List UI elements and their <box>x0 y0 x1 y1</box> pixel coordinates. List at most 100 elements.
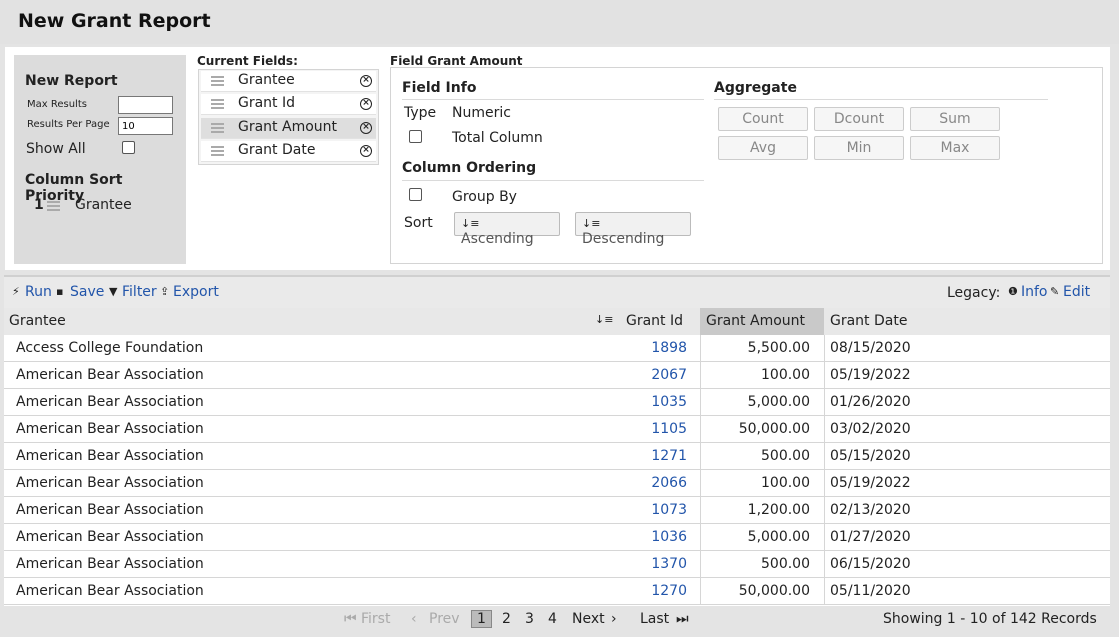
cell-grant-date: 05/11/2020 <box>830 583 911 599</box>
results-per-page-label: Results Per Page <box>27 119 110 130</box>
filter-link[interactable]: Filter <box>122 284 157 300</box>
sort-label: Sort <box>404 215 433 231</box>
column-header-grant-amount[interactable]: Grant Amount <box>700 308 824 335</box>
divider <box>714 99 1048 100</box>
column-divider <box>700 524 701 551</box>
field-item-grant-id[interactable]: Grant Id × <box>201 94 376 115</box>
edit-link[interactable]: Edit <box>1063 284 1090 300</box>
aggregate-avg-button[interactable]: Avg <box>718 136 808 160</box>
cell-grant-id[interactable]: 1073 <box>627 502 687 518</box>
column-divider <box>700 497 701 524</box>
field-item-grant-date[interactable]: Grant Date × <box>201 141 376 162</box>
aggregate-count-button[interactable]: Count <box>718 107 808 131</box>
page-1-button[interactable]: 1 <box>471 610 492 628</box>
column-divider <box>824 470 825 497</box>
cell-grant-id[interactable]: 1036 <box>627 529 687 545</box>
first-page-button[interactable]: First <box>361 611 390 627</box>
prev-page-button[interactable]: Prev <box>429 611 460 627</box>
legacy-label: Legacy: <box>947 285 1001 301</box>
cell-grant-date: 01/27/2020 <box>830 529 911 545</box>
cell-grant-date: 05/19/2022 <box>830 367 911 383</box>
column-divider <box>700 335 701 362</box>
column-divider <box>824 524 825 551</box>
cell-grant-id[interactable]: 1270 <box>627 583 687 599</box>
show-all-label: Show All <box>26 141 86 157</box>
page-3-button[interactable]: 3 <box>525 611 534 627</box>
field-item-grant-amount[interactable]: Grant Amount × <box>201 118 376 139</box>
cell-grant-amount: 100.00 <box>761 475 810 491</box>
cell-grant-date: 03/02/2020 <box>830 421 911 437</box>
field-settings-box: Field Info Type Numeric Total Column Col… <box>390 67 1103 264</box>
cell-grant-id[interactable]: 1105 <box>627 421 687 437</box>
aggregate-min-button[interactable]: Min <box>814 136 904 160</box>
sort-ascending-icon: ↓≡ <box>595 313 614 326</box>
save-link[interactable]: Save <box>70 284 104 300</box>
column-divider <box>700 362 701 389</box>
divider <box>402 180 704 181</box>
run-link[interactable]: Run <box>25 284 52 300</box>
table-row: American Bear Association 2067 100.00 05/19… <box>4 362 1110 389</box>
column-divider <box>824 389 825 416</box>
column-divider <box>824 362 825 389</box>
column-divider <box>700 551 701 578</box>
drag-handle-icon[interactable] <box>211 99 224 111</box>
cell-grant-amount: 5,500.00 <box>747 340 810 356</box>
table-row: American Bear Association 1370 500.00 06/15… <box>4 551 1110 578</box>
page-2-button[interactable]: 2 <box>502 611 511 627</box>
drag-handle-icon[interactable] <box>211 123 224 135</box>
cell-grant-id[interactable]: 2066 <box>627 475 687 491</box>
remove-icon[interactable]: × <box>360 145 372 157</box>
info-link[interactable]: Info <box>1021 284 1048 300</box>
remove-icon[interactable]: × <box>360 98 372 110</box>
aggregate-dcount-button[interactable]: Dcount <box>814 107 904 131</box>
cell-grantee: American Bear Association <box>16 583 204 599</box>
total-column-checkbox[interactable] <box>409 130 422 143</box>
export-link[interactable]: Export <box>173 284 219 300</box>
drag-handle-icon[interactable] <box>211 146 224 158</box>
current-fields-list: Grantee × Grant Id × Grant Amount × Gran… <box>198 69 379 165</box>
aggregate-max-button[interactable]: Max <box>910 136 1000 160</box>
table-row: American Bear Association 1105 50,000.00 03… <box>4 416 1110 443</box>
field-item-label: Grant Date <box>238 142 316 158</box>
cell-grant-id[interactable]: 1898 <box>627 340 687 356</box>
cell-grant-date: 05/15/2020 <box>830 448 911 464</box>
prev-page-icon: ‹ <box>411 611 417 627</box>
info-icon: ❶ <box>1008 285 1018 298</box>
cell-grant-id[interactable]: 1271 <box>627 448 687 464</box>
cell-grantee: American Bear Association <box>16 394 204 410</box>
cell-grant-id[interactable]: 1035 <box>627 394 687 410</box>
drag-handle-icon[interactable] <box>47 201 60 213</box>
sort-ascending-label: Ascending <box>461 231 534 247</box>
column-header-grantee[interactable]: Grantee ↓≡ <box>9 308 619 335</box>
aggregate-sum-button[interactable]: Sum <box>910 107 1000 131</box>
sort-ascending-button[interactable]: ↓≡ Ascending <box>454 212 560 247</box>
results-per-page-input[interactable] <box>118 117 173 135</box>
cell-grant-date: 01/26/2020 <box>830 394 911 410</box>
cell-grant-id[interactable]: 1370 <box>627 556 687 572</box>
column-header-grant-id[interactable]: Grant Id <box>626 308 701 335</box>
page-4-button[interactable]: 4 <box>548 611 557 627</box>
last-page-button[interactable]: Last <box>640 611 669 627</box>
column-header-grant-date[interactable]: Grant Date <box>830 308 950 335</box>
max-results-input[interactable] <box>118 96 173 114</box>
show-all-checkbox[interactable] <box>122 141 135 154</box>
field-item-grantee[interactable]: Grantee × <box>201 71 376 92</box>
next-page-button[interactable]: Next <box>572 611 605 627</box>
lightning-icon: ⚡ <box>12 285 20 298</box>
column-divider <box>824 578 825 605</box>
table-row: American Bear Association 1035 5,000.00 01/… <box>4 389 1110 416</box>
table-header: Grantee ↓≡ Grant Id Grant Amount Grant D… <box>4 308 1110 335</box>
remove-icon[interactable]: × <box>360 122 372 134</box>
drag-handle-icon[interactable] <box>211 76 224 88</box>
cell-grantee: American Bear Association <box>16 502 204 518</box>
max-results-label: Max Results <box>27 99 87 110</box>
field-panel-heading: Field Grant Amount <box>390 54 523 68</box>
column-divider <box>824 497 825 524</box>
cell-grant-id[interactable]: 2067 <box>627 367 687 383</box>
last-page-icon: ⏭ <box>676 611 689 627</box>
first-page-icon: ⏮ <box>344 611 357 627</box>
sort-descending-button[interactable]: ↓≡ Descending <box>575 212 691 247</box>
remove-icon[interactable]: × <box>360 75 372 87</box>
group-by-checkbox[interactable] <box>409 188 422 201</box>
field-item-label: Grant Amount <box>238 119 338 135</box>
